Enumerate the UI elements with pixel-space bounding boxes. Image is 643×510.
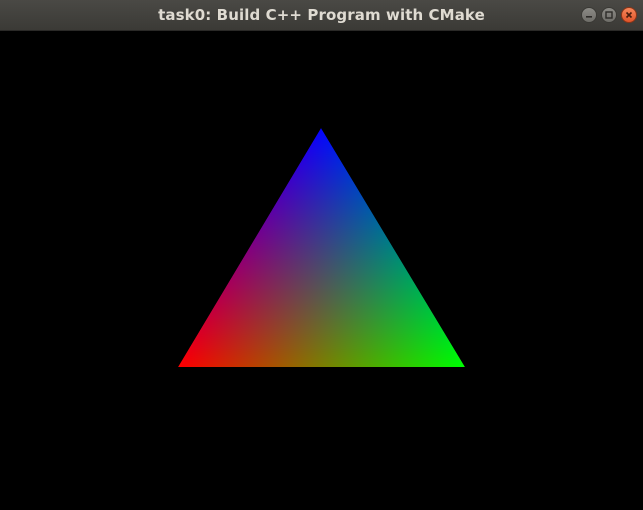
minimize-icon	[585, 11, 593, 19]
triangle-scene	[0, 31, 643, 510]
window-controls	[581, 7, 637, 23]
window-title: task0: Build C++ Program with CMake	[158, 6, 485, 24]
maximize-button[interactable]	[601, 7, 617, 23]
title-bar[interactable]: task0: Build C++ Program with CMake	[0, 0, 643, 31]
minimize-button[interactable]	[581, 7, 597, 23]
close-button[interactable]	[621, 7, 637, 23]
render-canvas[interactable]	[0, 31, 643, 510]
close-icon	[625, 11, 633, 19]
maximize-icon	[605, 11, 613, 19]
app-window: task0: Build C++ Program with CMake	[0, 0, 643, 510]
